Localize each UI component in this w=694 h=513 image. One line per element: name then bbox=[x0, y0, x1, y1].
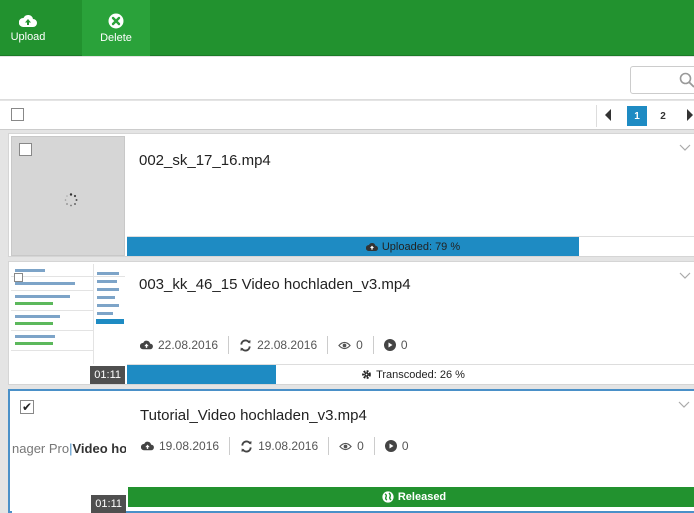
search-icon[interactable] bbox=[679, 72, 694, 88]
release-status-bar: Released bbox=[128, 487, 694, 507]
eye-icon bbox=[338, 341, 351, 349]
pager-divider bbox=[596, 105, 597, 127]
video-meta: 19.08.2016 19.08.2016 0 0 bbox=[141, 437, 409, 455]
preview-text bbox=[97, 280, 117, 283]
video-thumbnail: 01:11 bbox=[11, 264, 125, 384]
play-circle-icon bbox=[384, 440, 397, 452]
video-checkbox[interactable] bbox=[14, 273, 23, 282]
video-meta: 22.08.2016 22.08.2016 0 0 bbox=[140, 336, 408, 354]
preview-text bbox=[97, 304, 119, 307]
created-date-text: 19.08.2016 bbox=[159, 439, 220, 453]
page-1-button[interactable]: 1 bbox=[627, 106, 647, 126]
duration-badge: 01:11 bbox=[90, 366, 125, 384]
upload-button[interactable]: Upload bbox=[2, 0, 54, 56]
prev-page-icon[interactable] bbox=[605, 109, 611, 121]
toolbar: Upload Delete bbox=[0, 0, 694, 56]
preview-line bbox=[93, 264, 94, 364]
chevron-down-icon[interactable] bbox=[679, 144, 691, 152]
status-label: Uploaded: 79 % bbox=[381, 240, 461, 253]
preview-text bbox=[15, 342, 53, 345]
thumbnail-caption-bold: Video ho bbox=[72, 441, 126, 456]
created-date-text: 22.08.2016 bbox=[158, 338, 219, 352]
play-circle-icon bbox=[383, 339, 396, 351]
views-text: 0 bbox=[357, 439, 364, 453]
thumbnail-caption-light: nager Pro bbox=[12, 441, 70, 456]
preview-text bbox=[15, 315, 60, 318]
cloud-upload-icon bbox=[365, 242, 378, 251]
thumbnail-caption: nager Pro|Video ho bbox=[12, 441, 126, 456]
plays-count: 0 bbox=[383, 338, 408, 352]
cloud-upload-icon bbox=[141, 441, 154, 451]
created-date: 19.08.2016 bbox=[141, 439, 219, 453]
video-thumbnail bbox=[11, 136, 125, 256]
upload-progress-bar: Uploaded: 79 % bbox=[127, 236, 694, 256]
video-item[interactable]: 01:11 003_kk_46_15 Video hochladen_v3.mp… bbox=[8, 261, 694, 385]
preview-line bbox=[11, 310, 93, 311]
refresh-icon bbox=[240, 339, 251, 351]
status-text: Released bbox=[128, 487, 694, 507]
preview-text bbox=[15, 295, 70, 298]
page-2-button[interactable]: 2 bbox=[653, 106, 673, 126]
duration-badge: 01:11 bbox=[91, 495, 126, 513]
transcode-progress-bar: Transcoded: 26 % bbox=[127, 364, 694, 384]
cloud-upload-icon bbox=[140, 340, 153, 350]
status-label: Transcoded: 26 % bbox=[376, 368, 465, 381]
upload-label: Upload bbox=[10, 30, 46, 43]
select-all-checkbox[interactable] bbox=[11, 108, 24, 121]
preview-line bbox=[11, 276, 125, 277]
cloud-upload-icon bbox=[19, 14, 37, 27]
video-thumbnail: ✔ nager Pro|Video ho 01:11 bbox=[12, 393, 126, 513]
chevron-down-icon[interactable] bbox=[678, 401, 690, 409]
close-circle-icon bbox=[108, 13, 124, 28]
eye-icon bbox=[339, 442, 352, 450]
preview-text bbox=[15, 322, 53, 325]
updated-date: 22.08.2016 bbox=[239, 338, 317, 352]
video-title[interactable]: 002_sk_17_16.mp4 bbox=[139, 152, 271, 169]
preview-line bbox=[11, 350, 93, 351]
globe-icon bbox=[382, 491, 394, 503]
video-item[interactable]: ✔ nager Pro|Video ho 01:11 Tutorial_Vide… bbox=[8, 389, 694, 513]
delete-label: Delete bbox=[100, 31, 132, 44]
loading-spinner-icon bbox=[64, 193, 78, 207]
video-checkbox[interactable]: ✔ bbox=[20, 400, 34, 414]
status-text: Uploaded: 79 % bbox=[127, 237, 694, 256]
preview-text bbox=[97, 312, 113, 315]
views-text: 0 bbox=[356, 338, 363, 352]
preview-line bbox=[11, 290, 93, 291]
updated-date-text: 22.08.2016 bbox=[257, 338, 318, 352]
preview-text bbox=[15, 282, 75, 285]
status-text: Transcoded: 26 % bbox=[127, 365, 694, 384]
plays-text: 0 bbox=[400, 338, 408, 352]
search-bar bbox=[0, 57, 694, 100]
preview-text bbox=[15, 269, 45, 272]
created-date: 22.08.2016 bbox=[140, 338, 218, 352]
updated-date-text: 19.08.2016 bbox=[258, 439, 319, 453]
video-item[interactable]: 002_sk_17_16.mp4 Uploaded: 79 % bbox=[8, 133, 694, 257]
video-title[interactable]: Tutorial_Video hochladen_v3.mp4 bbox=[140, 407, 367, 424]
plays-text: 0 bbox=[401, 439, 409, 453]
gear-icon bbox=[362, 370, 371, 379]
updated-date: 19.08.2016 bbox=[240, 439, 318, 453]
preview-text bbox=[97, 272, 119, 275]
chevron-down-icon[interactable] bbox=[679, 272, 691, 280]
preview-text bbox=[97, 288, 119, 291]
delete-button[interactable]: Delete bbox=[82, 0, 150, 56]
status-label: Released bbox=[397, 491, 447, 503]
video-title[interactable]: 003_kk_46_15 Video hochladen_v3.mp4 bbox=[139, 276, 411, 293]
preview-text bbox=[96, 319, 124, 324]
preview-text bbox=[15, 335, 55, 338]
preview-line bbox=[11, 330, 93, 331]
preview-text bbox=[15, 302, 53, 305]
preview-text bbox=[97, 296, 115, 299]
views-count: 0 bbox=[339, 439, 364, 453]
plays-count: 0 bbox=[384, 439, 409, 453]
video-checkbox[interactable] bbox=[19, 143, 32, 156]
list-header: 1 2 bbox=[0, 101, 694, 130]
refresh-icon bbox=[241, 440, 252, 452]
next-page-icon[interactable] bbox=[687, 109, 693, 121]
views-count: 0 bbox=[338, 338, 363, 352]
